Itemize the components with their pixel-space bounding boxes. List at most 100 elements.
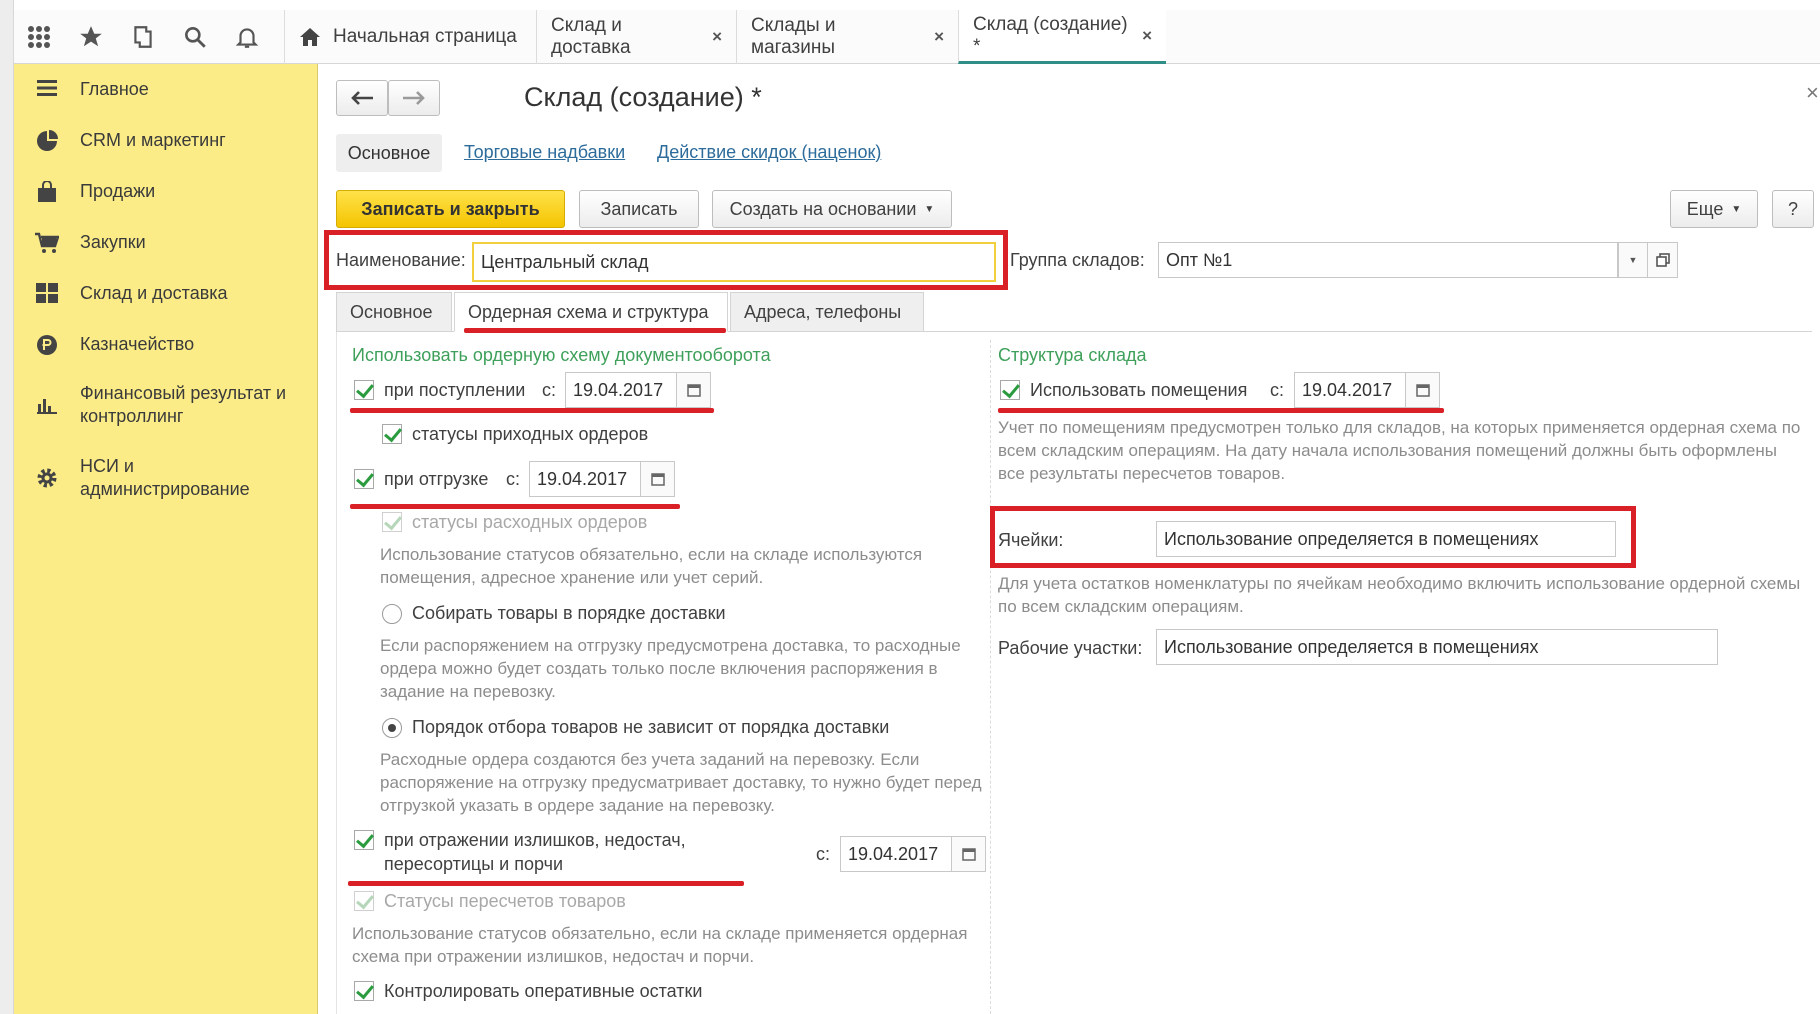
sidebar-item-label: Склад и доставка bbox=[80, 283, 228, 303]
shipment-statuses-label: статусы расходных ордеров bbox=[412, 512, 648, 532]
receipt-checkbox[interactable] bbox=[354, 380, 374, 400]
independent-order-radio[interactable] bbox=[382, 718, 402, 738]
sidebar bbox=[14, 64, 318, 1014]
receipt-date-input[interactable]: 19.04.2017 bbox=[565, 372, 677, 408]
form-nav-main[interactable]: Основное bbox=[336, 134, 442, 172]
tab-home[interactable]: Начальная страница bbox=[284, 10, 536, 64]
use-rooms-label: Использовать помещения bbox=[1030, 380, 1248, 400]
subtab-addresses[interactable]: Адреса, телефоны bbox=[730, 292, 924, 332]
use-rooms-date-input[interactable]: 19.04.2017 bbox=[1294, 372, 1406, 408]
form-nav-trade-markups[interactable]: Торговые надбавки bbox=[464, 142, 625, 163]
collect-by-delivery-hint: Если распоряжением на отгрузку предусмот… bbox=[380, 636, 961, 701]
calendar-button[interactable] bbox=[1406, 372, 1440, 408]
apps-icon[interactable] bbox=[14, 10, 64, 64]
independent-order-hint: Расходные ордера создаются без учета зад… bbox=[380, 750, 982, 815]
save-button[interactable]: Записать bbox=[579, 190, 699, 228]
group-label: Группа складов: bbox=[1010, 250, 1145, 270]
calendar-icon bbox=[650, 472, 665, 486]
group-input[interactable]: Опт №1 bbox=[1158, 242, 1618, 278]
sidebar-item-label: Главное bbox=[80, 79, 149, 99]
recount-statuses-checkbox[interactable] bbox=[354, 891, 374, 911]
gear-icon bbox=[14, 455, 80, 489]
pie-chart-icon bbox=[14, 129, 80, 152]
surplus-label-line1: при отражении излишков, недостач, bbox=[384, 830, 686, 850]
shipment-checkbox[interactable] bbox=[354, 469, 374, 489]
calendar-button[interactable] bbox=[952, 836, 986, 872]
calendar-button[interactable] bbox=[641, 461, 675, 497]
close-icon[interactable]: × bbox=[934, 27, 944, 47]
tab-warehouse-create[interactable]: Склад (создание) * × bbox=[958, 10, 1166, 64]
work-areas-input[interactable]: Использование определяется в помещениях bbox=[1156, 629, 1718, 665]
sidebar-item-treasury[interactable]: Казначейство bbox=[14, 333, 318, 356]
sidebar-item-label: Продажи bbox=[80, 181, 156, 201]
receipt-statuses-label: статусы приходных ордеров bbox=[412, 424, 649, 444]
statuses-hint: Использование статусов обязательно, если… bbox=[380, 545, 923, 587]
left-window-strip bbox=[0, 0, 14, 1014]
close-icon[interactable]: × bbox=[1142, 26, 1152, 46]
form-nav-discounts[interactable]: Действие скидок (наценок) bbox=[657, 142, 881, 163]
open-window-icon bbox=[1655, 253, 1670, 267]
tab-label: Склад и доставка bbox=[551, 15, 631, 58]
collect-by-delivery-radio[interactable] bbox=[382, 604, 402, 624]
annotation-underline-subtab bbox=[464, 328, 726, 333]
star-icon[interactable] bbox=[66, 10, 116, 64]
sidebar-item-admin[interactable]: НСИ и администрирование bbox=[14, 455, 318, 501]
shipment-date-input[interactable]: 19.04.2017 bbox=[529, 461, 641, 497]
sidebar-item-warehouse[interactable]: Склад и доставка bbox=[14, 282, 318, 305]
save-and-close-button[interactable]: Записать и закрыть bbox=[336, 190, 565, 228]
search-icon[interactable] bbox=[170, 10, 220, 64]
close-form-icon[interactable]: × bbox=[1806, 80, 1819, 106]
arrow-left-icon bbox=[351, 91, 373, 105]
ruble-icon bbox=[14, 333, 80, 356]
control-balances-checkbox[interactable] bbox=[354, 981, 374, 1001]
more-button[interactable]: Еще ▼ bbox=[1670, 190, 1758, 228]
tab-warehouse-delivery[interactable]: Склад и доставка × bbox=[536, 10, 736, 64]
history-icon[interactable] bbox=[118, 10, 168, 64]
collect-by-delivery-label: Собирать товары в порядке доставки bbox=[412, 603, 726, 623]
shipment-statuses-checkbox[interactable] bbox=[382, 512, 402, 532]
order-scheme-section-title: Использовать ордерную схему документообо… bbox=[352, 345, 771, 365]
structure-section-title: Структура склада bbox=[998, 345, 1147, 365]
back-button[interactable] bbox=[336, 80, 388, 116]
subtab-main[interactable]: Основное bbox=[336, 292, 452, 332]
annotation-box-name bbox=[324, 230, 1008, 290]
help-button[interactable]: ? bbox=[1772, 190, 1814, 228]
page-title: Склад (создание) * bbox=[524, 82, 762, 112]
use-rooms-checkbox[interactable] bbox=[1000, 380, 1020, 400]
sidebar-item-sales[interactable]: Продажи bbox=[14, 180, 318, 203]
annotation-underline-receipt bbox=[350, 408, 714, 413]
close-icon[interactable]: × bbox=[712, 27, 722, 47]
annotation-underline-shipment bbox=[350, 504, 680, 509]
receipt-statuses-checkbox[interactable] bbox=[382, 424, 402, 444]
calendar-button[interactable] bbox=[677, 372, 711, 408]
bell-icon[interactable] bbox=[222, 10, 272, 64]
forward-button[interactable] bbox=[388, 80, 440, 116]
independent-order-label: Порядок отбора товаров не зависит от пор… bbox=[412, 717, 890, 737]
subtab-order-scheme[interactable]: Ордерная схема и структура bbox=[454, 292, 728, 332]
sidebar-item-finance[interactable]: Финансовый результат и контроллинг bbox=[14, 382, 314, 428]
create-based-on-label: Создать на основании bbox=[729, 198, 917, 219]
sidebar-item-crm[interactable]: CRM и маркетинг bbox=[14, 129, 318, 152]
sidebar-item-purchases[interactable]: Закупки bbox=[14, 231, 318, 254]
surplus-from-label: с: bbox=[816, 844, 831, 864]
recount-statuses-hint: Использование статусов обязательно, если… bbox=[352, 924, 968, 966]
sidebar-item-label: Казначейство bbox=[80, 334, 195, 354]
panel-left-border bbox=[336, 332, 337, 1014]
chevron-down-icon: ▼ bbox=[1731, 203, 1742, 215]
surplus-date-input[interactable]: 19.04.2017 bbox=[840, 836, 952, 872]
menu-icon bbox=[14, 78, 80, 97]
annotation-underline-use-rooms bbox=[998, 408, 1444, 413]
tab-warehouses-stores[interactable]: Склады и магазины × bbox=[736, 10, 958, 64]
sidebar-item-main[interactable]: Главное bbox=[14, 78, 318, 101]
column-divider bbox=[990, 340, 991, 1014]
group-open-button[interactable] bbox=[1648, 242, 1678, 278]
create-based-on-button[interactable]: Создать на основании ▼ bbox=[712, 190, 952, 228]
surplus-checkbox[interactable] bbox=[354, 830, 374, 850]
receipt-from-label: с: bbox=[542, 380, 557, 400]
cart-icon bbox=[14, 231, 80, 254]
tab-label: Склад (создание) * bbox=[973, 13, 1128, 57]
group-dropdown-button[interactable]: ▼ bbox=[1618, 242, 1648, 278]
rooms-hint: Учет по помещениям предусмотрен только д… bbox=[998, 418, 1801, 483]
cells-hint: Для учета остатков номенклатуры по ячейк… bbox=[998, 574, 1801, 616]
home-icon bbox=[299, 27, 321, 47]
